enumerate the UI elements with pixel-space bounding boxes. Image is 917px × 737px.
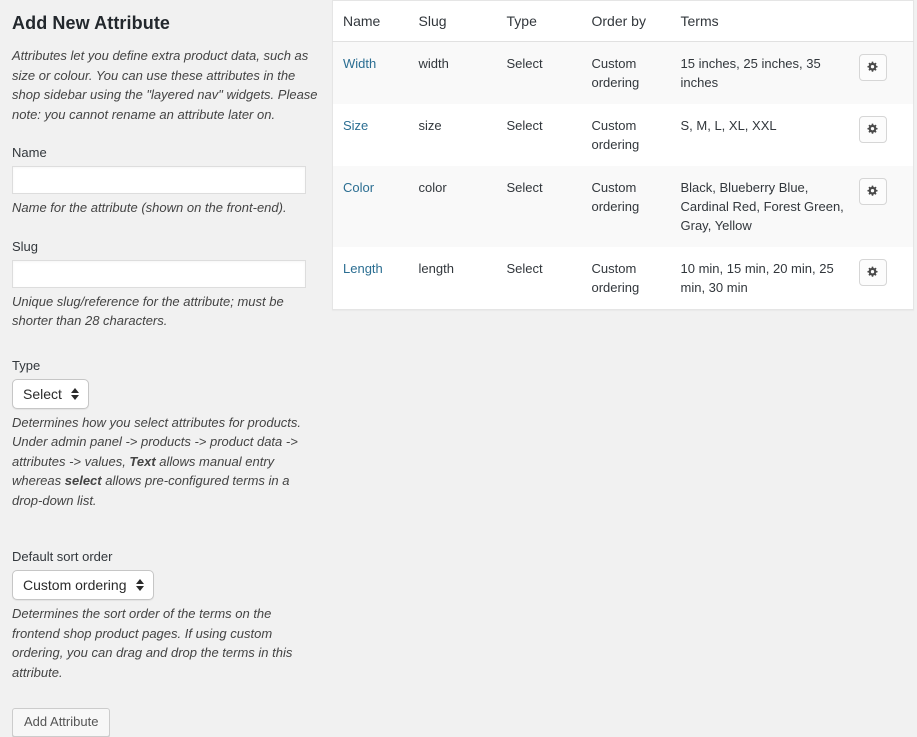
type-select-value: Select xyxy=(23,385,62,402)
cell-type: Select xyxy=(506,41,592,104)
cell-terms: 15 inches, 25 inches, 35 inches xyxy=(680,41,859,104)
cell-type: Select xyxy=(506,166,592,247)
type-field-hint: Determines how you select attributes for… xyxy=(12,413,318,511)
gear-icon xyxy=(866,61,879,74)
name-field-hint: Name for the attribute (shown on the fro… xyxy=(12,200,287,215)
slug-input[interactable] xyxy=(12,259,306,288)
gear-icon xyxy=(866,266,879,279)
cell-name: Length xyxy=(332,247,419,310)
cell-name: Width xyxy=(332,41,419,104)
table-row: Size size Select Custom ordering S, M, L… xyxy=(332,104,914,166)
cell-configure xyxy=(858,104,914,166)
attributes-table-head: Name Slug Type Order by Terms xyxy=(332,0,914,42)
cell-order-by: Custom ordering xyxy=(591,104,681,166)
cell-configure xyxy=(858,166,914,247)
cell-type: Select xyxy=(506,104,592,166)
cell-terms: Black, Blueberry Blue, Cardinal Red, For… xyxy=(680,166,859,247)
type-field-label: Type xyxy=(12,357,41,373)
cell-name: Color xyxy=(332,166,419,247)
cell-slug: length xyxy=(418,247,507,310)
gear-icon xyxy=(866,185,879,198)
slug-field-label: Slug xyxy=(12,238,39,254)
cell-terms: S, M, L, XL, XXL xyxy=(680,104,859,166)
configure-terms-button[interactable] xyxy=(858,178,887,205)
cell-configure xyxy=(858,41,914,104)
name-field-block: Name Name for the attribute (shown on th… xyxy=(12,144,318,218)
cell-slug: size xyxy=(418,104,507,166)
table-row: Color color Select Custom ordering Black… xyxy=(332,166,914,247)
column-header-type: Type xyxy=(506,0,592,42)
type-field-block: Type Select Determines how you select at… xyxy=(12,357,318,511)
slug-field-block: Slug Unique slug/reference for the attri… xyxy=(12,238,318,331)
updown-arrows-icon xyxy=(136,579,145,591)
add-new-attribute-panel: Add New Attribute Attributes let you def… xyxy=(0,0,330,737)
attribute-link-length[interactable]: Length xyxy=(343,261,383,276)
sort-order-field-label: Default sort order xyxy=(12,549,113,564)
attributes-table-body: Width width Select Custom ordering 15 in… xyxy=(332,41,914,310)
cell-order-by: Custom ordering xyxy=(591,247,681,310)
attribute-link-color[interactable]: Color xyxy=(343,180,374,195)
attribute-link-size[interactable]: Size xyxy=(343,118,368,133)
table-row: Length length Select Custom ordering 10 … xyxy=(332,247,914,310)
type-select[interactable]: Select xyxy=(12,378,89,409)
configure-terms-button[interactable] xyxy=(858,259,887,286)
cell-order-by: Custom ordering xyxy=(591,166,681,247)
cell-terms: 10 min, 15 min, 20 min, 25 min, 30 min xyxy=(680,247,859,310)
cell-slug: width xyxy=(418,41,507,104)
table-row: Width width Select Custom ordering 15 in… xyxy=(332,41,914,104)
configure-terms-button[interactable] xyxy=(858,54,887,81)
sort-order-select[interactable]: Custom ordering xyxy=(12,570,154,600)
name-input[interactable] xyxy=(12,166,306,194)
type-hint-bold-text: Text xyxy=(129,453,156,469)
sort-order-field-hint: Determines the sort order of the terms o… xyxy=(12,606,293,680)
updown-arrows-icon xyxy=(71,387,80,400)
name-field-label: Name xyxy=(12,145,47,160)
column-header-order-by: Order by xyxy=(591,0,681,42)
add-attribute-button[interactable]: Add Attribute xyxy=(12,708,111,737)
cell-order-by: Custom ordering xyxy=(591,41,681,104)
configure-terms-button[interactable] xyxy=(858,116,887,143)
page-title: Add New Attribute xyxy=(12,13,171,33)
cell-name: Size xyxy=(332,104,419,166)
column-header-slug: Slug xyxy=(418,0,507,42)
column-header-configure xyxy=(858,0,914,42)
product-attributes-page: Add New Attribute Attributes let you def… xyxy=(0,0,917,737)
type-hint-bold-select: select xyxy=(64,473,102,488)
slug-field-hint: Unique slug/reference for the attribute;… xyxy=(12,293,284,329)
form-description: Attributes let you define extra product … xyxy=(12,48,318,122)
submit-block: Add Attribute xyxy=(12,708,318,737)
attributes-table: Name Slug Type Order by Terms Width widt… xyxy=(332,0,914,310)
cell-slug: color xyxy=(418,166,507,247)
cell-configure xyxy=(858,247,914,310)
column-header-name: Name xyxy=(332,0,419,42)
table-header-row: Name Slug Type Order by Terms xyxy=(332,0,914,42)
sort-order-field-block: Default sort order Custom ordering Deter… xyxy=(12,548,318,682)
attributes-table-panel: Name Slug Type Order by Terms Width widt… xyxy=(332,0,914,339)
cell-type: Select xyxy=(506,247,592,310)
gear-icon xyxy=(866,123,879,136)
attribute-link-width[interactable]: Width xyxy=(343,56,376,71)
column-header-terms: Terms xyxy=(680,0,859,42)
sort-order-select-value: Custom ordering xyxy=(23,577,127,593)
